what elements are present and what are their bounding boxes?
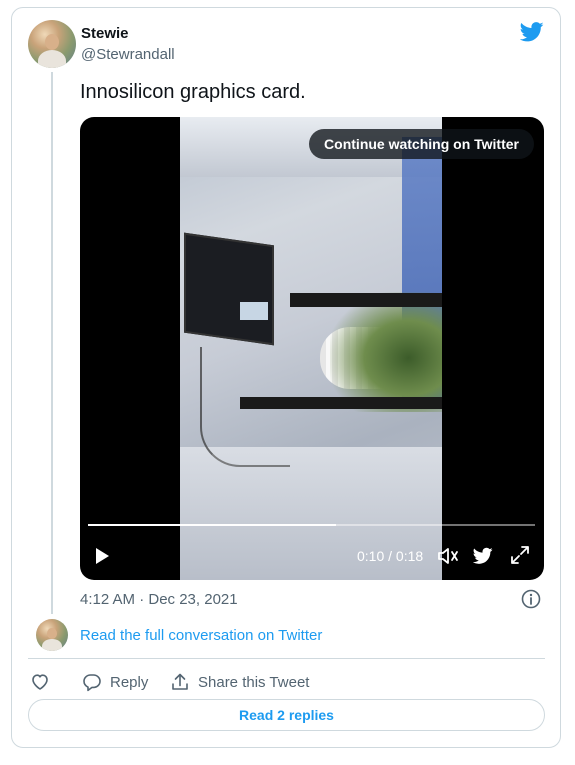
- info-icon[interactable]: [521, 589, 541, 609]
- video-progress-bar[interactable]: [88, 524, 535, 526]
- share-label: Share this Tweet: [198, 673, 310, 691]
- reply-icon: [83, 674, 101, 692]
- continue-watching-button[interactable]: Continue watching on Twitter: [309, 129, 534, 159]
- divider: [28, 658, 545, 659]
- play-icon[interactable]: [96, 548, 109, 564]
- share-button[interactable]: Share this Tweet: [170, 670, 309, 694]
- fullscreen-icon[interactable]: [510, 545, 530, 565]
- heart-icon: [32, 674, 48, 690]
- embedded-tweet-card: Stewie @Stewrandall Innosilicon graphics…: [11, 7, 561, 748]
- share-icon: [172, 673, 188, 690]
- thread-line: [51, 72, 53, 614]
- author-avatar-small[interactable]: [36, 619, 68, 651]
- author-avatar[interactable]: [28, 20, 76, 68]
- video-progress-fill: [88, 524, 337, 526]
- video-player[interactable]: Continue watching on Twitter 0:10 / 0:18: [80, 117, 544, 580]
- reply-button[interactable]: Reply: [82, 670, 148, 694]
- author-handle[interactable]: @Stewrandall: [81, 46, 175, 63]
- tweet-timestamp[interactable]: 4:12 AM · Dec 23, 2021: [80, 591, 238, 608]
- read-conversation-link[interactable]: Read the full conversation on Twitter: [80, 627, 322, 644]
- tweet-text: Innosilicon graphics card.: [80, 81, 306, 103]
- like-button[interactable]: [30, 670, 58, 694]
- volume-icon[interactable]: [437, 546, 459, 566]
- twitter-bird-icon[interactable]: [520, 22, 544, 42]
- video-frame: [180, 117, 442, 580]
- twitter-bird-icon[interactable]: [473, 547, 493, 565]
- read-replies-button[interactable]: Read 2 replies: [28, 699, 545, 731]
- reply-label: Reply: [110, 673, 149, 691]
- author-name[interactable]: Stewie: [81, 25, 129, 42]
- video-time: 0:10 / 0:18: [357, 548, 424, 564]
